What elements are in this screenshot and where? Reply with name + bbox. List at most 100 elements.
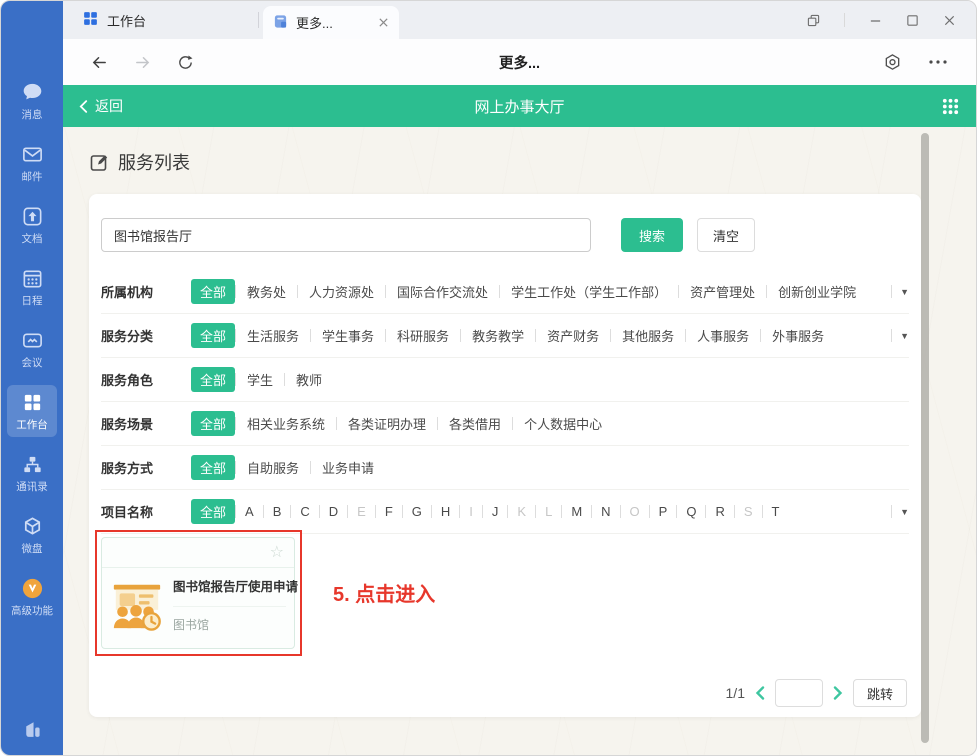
sidebar-item-邮件[interactable]: 邮件 — [7, 137, 57, 189]
sidebar-item-通讯录[interactable]: 通讯录 — [7, 447, 57, 499]
chat-icon — [21, 80, 44, 104]
doc-icon — [21, 204, 44, 228]
close-window-icon[interactable] — [943, 14, 956, 27]
filter-option[interactable]: 个人数据中心 — [513, 414, 613, 433]
clear-button[interactable]: 清空 — [697, 218, 755, 252]
forward-icon[interactable] — [134, 54, 151, 71]
filter-option[interactable]: C — [291, 504, 318, 519]
sidebar-item-工作台[interactable]: 工作台 — [7, 385, 57, 437]
filter-option[interactable]: 各类证明办理 — [337, 414, 437, 433]
caret-down-icon: ▼ — [900, 331, 909, 341]
filter-option[interactable]: 教务处 — [236, 282, 297, 301]
filter-option[interactable]: J — [483, 504, 508, 519]
service-card-org: 图书馆 — [173, 606, 286, 633]
filter-option[interactable]: D — [320, 504, 347, 519]
restore-window-icon[interactable] — [807, 14, 820, 27]
page-info: 1/1 — [726, 685, 745, 701]
filter-label: 服务分类 — [101, 326, 191, 345]
apps-grid-icon[interactable] — [941, 97, 960, 116]
settings-hexagon-icon[interactable] — [883, 53, 902, 72]
sidebar-item-label: 会议 — [22, 355, 43, 370]
filter-option-all[interactable]: 全部 — [191, 411, 235, 436]
jump-button[interactable]: 跳转 — [853, 679, 907, 707]
filter-option[interactable]: 人力资源处 — [298, 282, 385, 301]
filter-option[interactable]: 国际合作交流处 — [386, 282, 499, 301]
filter-row-服务方式: 服务方式全部自助服务业务申请 — [101, 446, 909, 490]
filter-option[interactable]: 创新创业学院 — [767, 282, 867, 301]
filter-option[interactable]: 科研服务 — [386, 326, 460, 345]
tab-workbench[interactable]: 工作台 — [76, 1, 254, 39]
prev-page-icon[interactable] — [755, 686, 765, 700]
search-input[interactable] — [101, 218, 591, 252]
sidebar-item-日程[interactable]: 日程 — [7, 261, 57, 313]
filter-option-all[interactable]: 全部 — [191, 499, 235, 524]
drive-icon — [21, 514, 44, 538]
filter-option-all[interactable]: 全部 — [191, 323, 235, 348]
filter-option-all[interactable]: 全部 — [191, 279, 235, 304]
sidebar-item-label: 工作台 — [16, 417, 48, 432]
filter-option[interactable]: Q — [677, 504, 705, 519]
workbench-grid-icon — [82, 10, 99, 30]
service-card-zone: ☆ — [101, 534, 909, 664]
filter-option[interactable]: 自助服务 — [236, 458, 310, 477]
more-menu-icon[interactable] — [928, 59, 948, 65]
back-icon[interactable] — [91, 54, 108, 71]
filter-option-all[interactable]: 全部 — [191, 367, 235, 392]
close-tab-icon[interactable] — [378, 17, 389, 28]
filter-option[interactable]: H — [432, 504, 459, 519]
filter-option[interactable]: 其他服务 — [611, 326, 685, 345]
pagination: 1/1 跳转 — [726, 679, 907, 707]
filter-row-服务场景: 服务场景全部相关业务系统各类证明办理各类借用个人数据中心 — [101, 402, 909, 446]
expand-caret-icon[interactable]: ▼ — [891, 285, 909, 298]
filter-option[interactable]: 外事服务 — [761, 326, 835, 345]
sidebar-item-文档[interactable]: 文档 — [7, 199, 57, 251]
filter-option[interactable]: 教务教学 — [461, 326, 535, 345]
filter-option[interactable]: B — [264, 504, 291, 519]
sidebar-item-label: 微盘 — [22, 541, 43, 556]
edit-square-icon — [89, 152, 109, 172]
filter-option[interactable]: F — [376, 504, 402, 519]
next-page-icon[interactable] — [833, 686, 843, 700]
filter-option[interactable]: T — [763, 504, 789, 519]
filter-option[interactable]: 生活服务 — [236, 326, 310, 345]
sidebar-item-label: 消息 — [22, 107, 43, 122]
filter-option[interactable]: 资产财务 — [536, 326, 610, 345]
maximize-icon[interactable] — [906, 14, 919, 27]
sidebar-item-会议[interactable]: 会议 — [7, 323, 57, 375]
filter-option[interactable]: M — [562, 504, 591, 519]
refresh-icon[interactable] — [177, 54, 194, 71]
back-button[interactable]: 返回 — [79, 96, 123, 116]
controls-separator — [844, 13, 845, 27]
sidebar-item-高级功能[interactable]: 高级功能 — [7, 571, 57, 623]
filter-option[interactable]: R — [706, 504, 733, 519]
vertical-scrollbar[interactable] — [921, 133, 929, 743]
service-card[interactable]: ☆ — [101, 537, 295, 649]
filter-option[interactable]: 教师 — [285, 370, 333, 389]
filter-option[interactable]: 各类借用 — [438, 414, 512, 433]
filter-option[interactable]: A — [236, 504, 263, 519]
expand-caret-icon[interactable]: ▼ — [891, 329, 909, 342]
filter-row-服务角色: 服务角色全部学生教师 — [101, 358, 909, 402]
favorite-star-icon[interactable]: ☆ — [270, 545, 284, 561]
toolbar-right — [883, 53, 948, 72]
minimize-icon[interactable] — [869, 14, 882, 27]
filter-option[interactable]: 学生事务 — [311, 326, 385, 345]
filter-option[interactable]: 学生工作处（学生工作部） — [500, 282, 678, 301]
filter-option[interactable]: 相关业务系统 — [236, 414, 336, 433]
filter-row-服务分类: 服务分类全部生活服务学生事务科研服务教务教学资产财务其他服务人事服务外事服务 ▼ — [101, 314, 909, 358]
tab-more[interactable]: 更多... — [263, 6, 399, 39]
sidebar-item-消息[interactable]: 消息 — [7, 75, 57, 127]
filter-option[interactable]: 业务申请 — [311, 458, 385, 477]
filter-option[interactable]: N — [592, 504, 619, 519]
filter-option[interactable]: G — [403, 504, 431, 519]
filter-label: 服务角色 — [101, 370, 191, 389]
filter-option-all[interactable]: 全部 — [191, 455, 235, 480]
filter-option[interactable]: 学生 — [236, 370, 284, 389]
expand-caret-icon[interactable]: ▼ — [891, 505, 909, 518]
filter-option[interactable]: P — [650, 504, 677, 519]
filter-option[interactable]: 资产管理处 — [679, 282, 766, 301]
filter-option[interactable]: 人事服务 — [686, 326, 760, 345]
page-number-input[interactable] — [775, 679, 823, 707]
sidebar-item-微盘[interactable]: 微盘 — [7, 509, 57, 561]
search-button[interactable]: 搜索 — [621, 218, 683, 252]
